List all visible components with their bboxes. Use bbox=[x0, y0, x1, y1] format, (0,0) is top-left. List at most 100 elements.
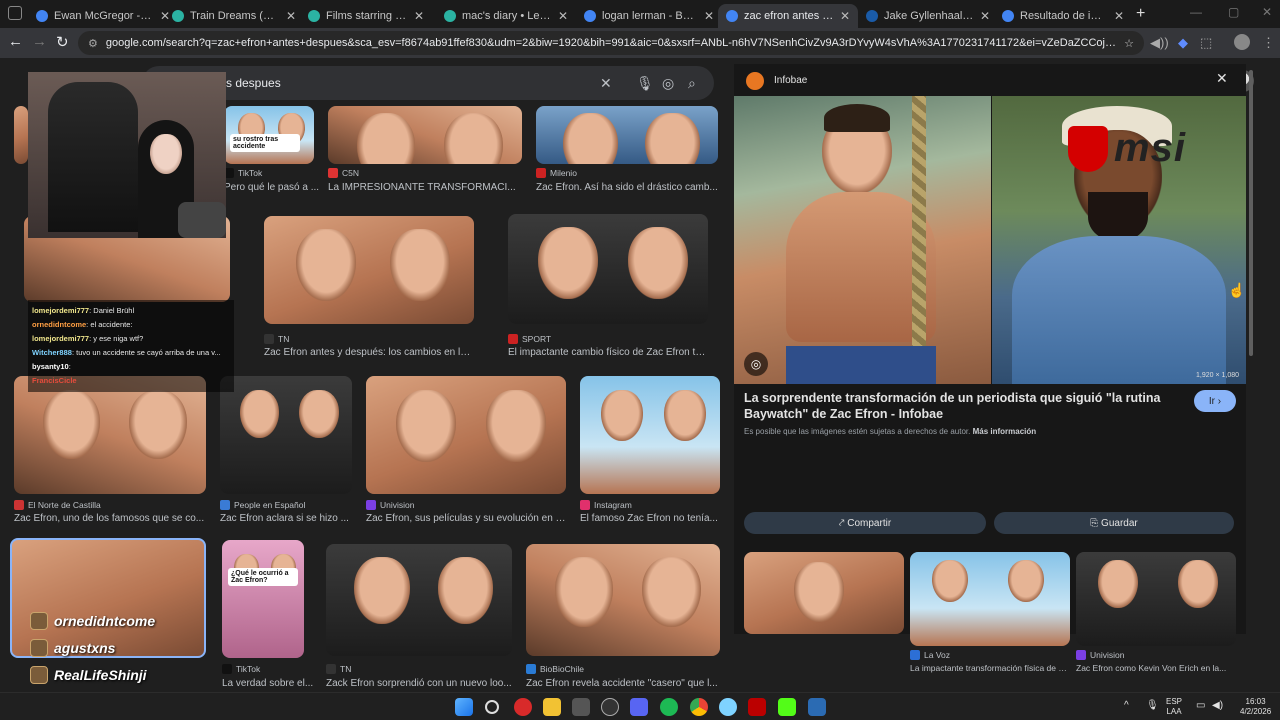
browser-tab[interactable]: Ewan McGregor - Buscar✕ bbox=[28, 4, 178, 28]
result-caption[interactable]: El impactante cambio físico de Zac Efron… bbox=[508, 347, 708, 358]
address-bar[interactable]: ⚙ google.com/search?q=zac+efron+antes+de… bbox=[78, 31, 1144, 55]
chrome-icon[interactable] bbox=[690, 698, 708, 716]
minimize-icon[interactable]: — bbox=[1190, 5, 1202, 19]
source-favicon-icon bbox=[508, 334, 518, 344]
panel-scrollbar[interactable] bbox=[1249, 70, 1253, 356]
chat-username: Witcher888 bbox=[32, 348, 72, 357]
browser-tab[interactable]: Films starring Joel Edgert ✕ bbox=[300, 4, 432, 28]
browser-tab[interactable]: Train Dreams (2025) dire ✕ bbox=[164, 4, 304, 28]
start-windows-icon[interactable] bbox=[455, 698, 473, 716]
tab-close-icon[interactable]: ✕ bbox=[704, 9, 714, 23]
result-image[interactable] bbox=[536, 106, 718, 164]
result-caption[interactable]: El famoso Zac Efron no tenía... bbox=[580, 513, 730, 524]
lens-search-icon[interactable]: ◎ bbox=[662, 75, 674, 92]
result-image[interactable] bbox=[326, 544, 512, 656]
discord-icon[interactable] bbox=[630, 698, 648, 716]
file-explorer-icon[interactable] bbox=[543, 698, 561, 716]
taskbar-app-icon[interactable] bbox=[514, 698, 532, 716]
tab-close-icon[interactable]: ✕ bbox=[840, 9, 850, 23]
close-panel-icon[interactable]: ✕ bbox=[1216, 70, 1228, 87]
back-icon[interactable]: ← bbox=[8, 33, 23, 50]
taskbar-search-icon[interactable] bbox=[485, 700, 499, 714]
clock[interactable]: 16:03 4/2/2026 bbox=[1240, 697, 1271, 717]
maximize-icon[interactable]: ▢ bbox=[1228, 5, 1239, 19]
stream-alert: agustxns bbox=[30, 639, 230, 657]
tab-close-icon[interactable]: ✕ bbox=[286, 9, 296, 23]
tab-close-icon[interactable]: ✕ bbox=[558, 9, 568, 23]
tab-title: Train Dreams (2025) dire bbox=[190, 10, 280, 22]
taskbar-app-icon[interactable] bbox=[572, 698, 590, 716]
result-source: Milenio bbox=[536, 168, 577, 178]
close-window-icon[interactable]: ✕ bbox=[1262, 5, 1272, 19]
tray-overflow-icon[interactable]: ^ bbox=[1124, 701, 1129, 711]
result-image[interactable] bbox=[526, 544, 720, 656]
result-image[interactable] bbox=[580, 376, 720, 494]
tab-title: Resultado de imágenes de bbox=[1020, 10, 1108, 22]
browser-tab[interactable]: Resultado de imágenes de ✕ bbox=[994, 4, 1132, 28]
search-query[interactable]: s despues bbox=[226, 76, 281, 90]
browser-tab[interactable]: mac's diary • Letterboxd ✕ bbox=[436, 4, 576, 28]
browser-tab[interactable]: logan lerman - Buscar con ✕ bbox=[576, 4, 722, 28]
panel-source-name[interactable]: Infobae bbox=[774, 75, 807, 86]
result-caption[interactable]: Zac Efron, uno de los famosos que se co.… bbox=[14, 513, 206, 524]
taskbar-app-icon[interactable] bbox=[719, 698, 737, 716]
voice-search-icon[interactable]: 🎙 bbox=[636, 75, 654, 92]
related-caption[interactable]: Zac Efron como Kevin Von Erich en la... bbox=[1076, 663, 1236, 673]
volume-icon[interactable]: ◀) bbox=[1212, 701, 1223, 711]
before-photo bbox=[734, 96, 991, 384]
taskbar-app-icon[interactable] bbox=[808, 698, 826, 716]
result-caption[interactable]: Zac Efron revela accidente "casero" que … bbox=[526, 678, 720, 689]
result-image[interactable] bbox=[328, 106, 522, 164]
result-image[interactable]: ¿Qué le ocurrió a Zac Efron? bbox=[222, 540, 304, 658]
extensions-puzzle-icon[interactable]: ⬚ bbox=[1200, 35, 1212, 51]
tab-close-icon[interactable]: ✕ bbox=[414, 9, 424, 23]
extension-icon[interactable]: ◆ bbox=[1178, 35, 1188, 51]
result-image[interactable] bbox=[508, 214, 708, 324]
kick-icon[interactable] bbox=[778, 698, 796, 716]
bookmark-star-icon[interactable]: ☆ bbox=[1124, 37, 1134, 50]
related-image[interactable] bbox=[1076, 552, 1236, 646]
profile-avatar[interactable] bbox=[1234, 34, 1250, 50]
spotify-icon[interactable] bbox=[660, 698, 678, 716]
result-image[interactable] bbox=[220, 376, 352, 494]
share-button[interactable]: ⤤ Compartir bbox=[744, 512, 986, 534]
result-image[interactable]: su rostro tras accidente bbox=[224, 106, 314, 164]
result-caption[interactable]: La IMPRESIONANTE TRANSFORMACI... bbox=[328, 182, 522, 193]
result-caption[interactable]: Zac Efron. Así ha sido el drástico camb.… bbox=[536, 182, 718, 193]
related-caption[interactable]: La impactante transformación física de Z… bbox=[910, 663, 1070, 673]
network-icon[interactable]: ▭ bbox=[1196, 701, 1205, 711]
result-caption[interactable]: Zac Efron antes y después: los cambios e… bbox=[264, 347, 474, 358]
site-info-icon[interactable]: ⚙ bbox=[88, 37, 98, 50]
panel-title[interactable]: La sorprendente transformación de un per… bbox=[744, 390, 1182, 422]
related-image[interactable] bbox=[910, 552, 1070, 646]
microphone-tray-icon[interactable]: 🎙 bbox=[1146, 701, 1159, 711]
forward-icon[interactable]: → bbox=[32, 33, 47, 50]
volume-extension-icon[interactable]: ◀)) bbox=[1150, 35, 1169, 51]
result-caption[interactable]: Zac Efron aclara si se hizo ... bbox=[220, 513, 370, 524]
tab-close-icon[interactable]: ✕ bbox=[1114, 9, 1124, 23]
result-image[interactable] bbox=[14, 106, 28, 164]
clear-search-icon[interactable]: ✕ bbox=[600, 75, 612, 92]
result-caption[interactable]: Zac Efron, sus películas y su evolución … bbox=[366, 513, 566, 524]
go-button[interactable]: Ir › bbox=[1194, 390, 1236, 412]
new-tab-button[interactable]: + bbox=[1136, 5, 1145, 23]
more-info-link[interactable]: Más información bbox=[973, 427, 1037, 436]
result-caption[interactable]: Zack Efron sorprendió con un nuevo loo..… bbox=[326, 678, 512, 689]
tab-menu-button[interactable] bbox=[8, 6, 22, 20]
language-indicator[interactable]: ESP LAA bbox=[1166, 697, 1182, 717]
browser-tab[interactable]: zac efron antes despues - ✕ bbox=[718, 4, 858, 28]
result-image[interactable] bbox=[14, 376, 206, 494]
related-image[interactable] bbox=[744, 552, 904, 634]
search-box[interactable]: s despues ✕ 🎙 ◎ ⌕ bbox=[142, 66, 714, 100]
obs-icon[interactable] bbox=[601, 698, 619, 716]
reload-icon[interactable]: ↻ bbox=[56, 33, 69, 51]
taskbar-app-icon[interactable] bbox=[748, 698, 766, 716]
result-image[interactable] bbox=[366, 376, 566, 494]
save-button[interactable]: ⎘ Guardar bbox=[994, 512, 1234, 534]
browser-menu-icon[interactable]: ⋮ bbox=[1262, 35, 1275, 51]
search-icon[interactable]: ⌕ bbox=[688, 75, 696, 92]
browser-tab[interactable]: Jake Gyllenhaal: sus roma ✕ bbox=[858, 4, 998, 28]
result-image[interactable] bbox=[264, 216, 474, 324]
tab-close-icon[interactable]: ✕ bbox=[980, 9, 990, 23]
lens-icon[interactable]: ◎ bbox=[744, 352, 768, 376]
